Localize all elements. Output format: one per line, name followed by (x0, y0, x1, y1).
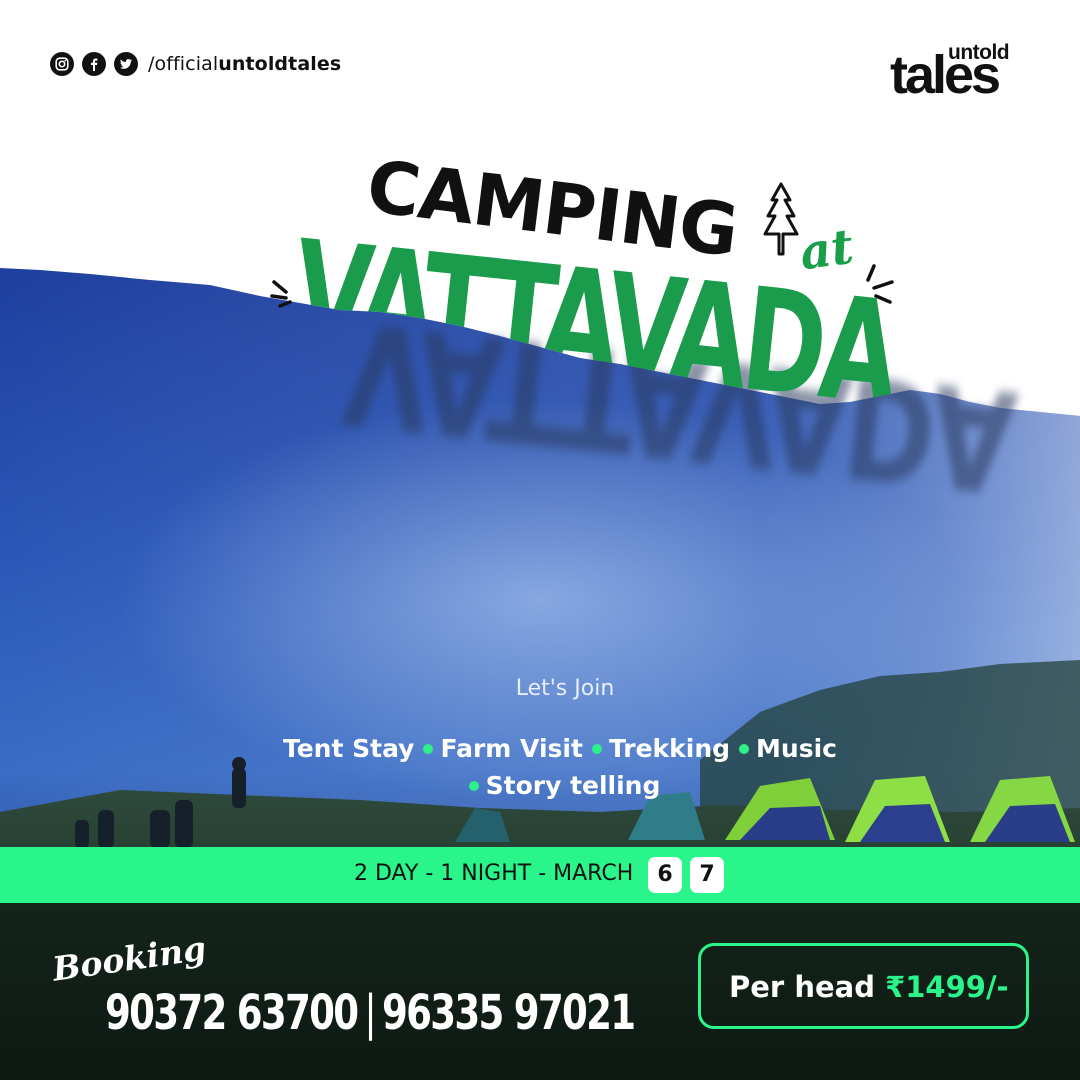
camping-poster: /officialuntoldtales tales untold VATTAV… (0, 0, 1080, 1080)
price-value: ₹1499/- (885, 970, 1009, 1004)
feature-item: Trekking (608, 734, 731, 763)
title-vattavada: VATTAVADA (286, 210, 903, 438)
intro-text: Let's Join (515, 676, 615, 701)
booking-phones: 90372 63700 | 96335 97021 (105, 985, 636, 1041)
bullet-dot (423, 743, 434, 754)
title-clip: VATTAVADA (0, 0, 1080, 1080)
phone-number[interactable]: 90372 63700 (105, 985, 359, 1041)
sparkle-left-icon (270, 280, 292, 308)
feature-item: Story telling (485, 771, 661, 800)
title-green-holder: VATTAVADA (0, 0, 1080, 438)
features-list: Tent Stay Farm Visit Trekking Music Story te… (200, 730, 920, 804)
schedule-text: 2 DAY - 1 NIGHT - MARCH (354, 861, 634, 886)
schedule-band: 2 DAY - 1 NIGHT - MARCH 6 7 (0, 847, 1080, 903)
feature-item: Music (756, 734, 837, 763)
bullet-dot (739, 743, 750, 754)
bullet-dot (468, 780, 479, 791)
price-label: Per head (729, 970, 875, 1004)
price-box: Per head ₹1499/- (698, 943, 1029, 1029)
feature-item: Farm Visit (440, 734, 583, 763)
schedule-day-badge: 7 (690, 857, 724, 893)
phone-separator: | (364, 985, 376, 1041)
feature-item: Tent Stay (282, 734, 415, 763)
sparkle-right-icon (866, 264, 894, 304)
price-text: Per head ₹1499/- (729, 970, 1009, 1004)
bullet-dot (591, 743, 602, 754)
phone-number[interactable]: 96335 97021 (382, 985, 636, 1041)
schedule-day-badge: 6 (648, 857, 682, 893)
